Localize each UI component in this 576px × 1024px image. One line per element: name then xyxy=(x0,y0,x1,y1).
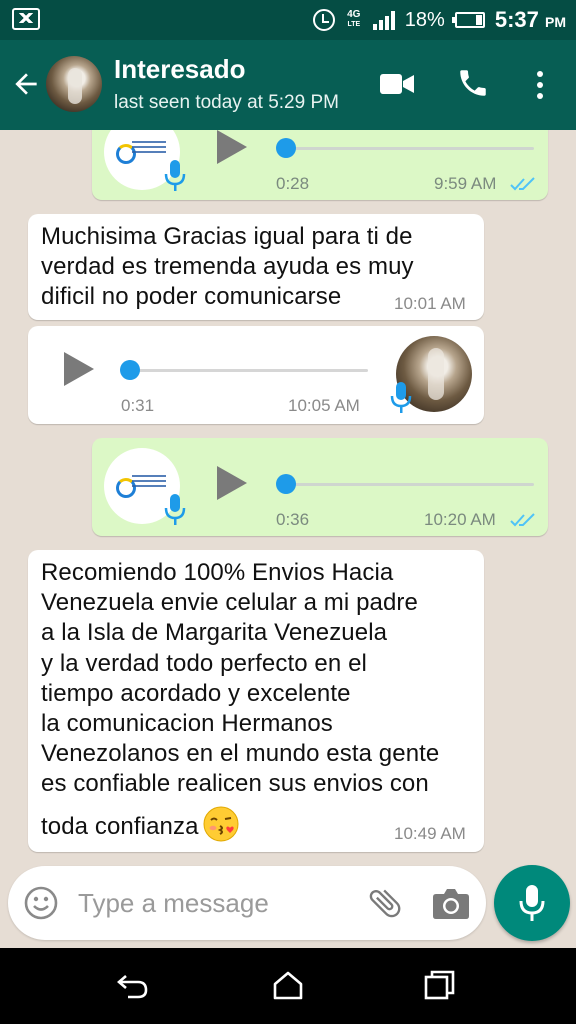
play-icon[interactable] xyxy=(217,130,247,164)
network-type: 4G LTE xyxy=(347,9,361,29)
gmail-notification-icon xyxy=(12,8,40,30)
chat-area[interactable]: 0:28 9:59 AM Muchisima Gracias igual par… xyxy=(0,130,576,948)
voice-message: 0:36 10:20 AM xyxy=(92,438,548,536)
text-message: Muchisima Gracias igual para ti de verda… xyxy=(28,214,484,320)
mic-icon xyxy=(519,885,545,921)
battery-percent: 18% xyxy=(404,8,445,31)
chat-header: Interesado last seen today at 5:29 PM xyxy=(0,40,576,130)
status-bar: 4G LTE 18% 5:37 PM xyxy=(0,0,576,40)
last-seen-status: last seen today at 5:29 PM xyxy=(114,92,339,113)
status-icons: 4G LTE 18% 5:37 PM xyxy=(312,6,566,34)
audio-seek-handle[interactable] xyxy=(276,138,296,158)
smiley-icon[interactable] xyxy=(24,886,58,920)
avatar[interactable] xyxy=(46,56,102,112)
mic-icon xyxy=(164,160,186,191)
message-time: 10:01 AM xyxy=(394,294,466,313)
nav-recents-icon[interactable] xyxy=(424,970,456,1000)
back-arrow-icon[interactable] xyxy=(10,68,42,100)
nav-home-icon[interactable] xyxy=(272,970,304,1000)
voice-duration: 0:28 xyxy=(276,174,310,193)
read-ticks-icon xyxy=(510,177,535,191)
voice-message: 0:28 9:59 AM xyxy=(92,130,548,200)
voice-duration: 0:31 xyxy=(121,396,155,415)
alarm-icon xyxy=(312,9,335,31)
mic-icon xyxy=(390,382,412,413)
phone-icon[interactable] xyxy=(456,66,490,100)
audio-seek-handle[interactable] xyxy=(120,360,140,380)
voice-message: 0:31 10:05 AM xyxy=(28,326,484,424)
message-text: Muchisima Gracias igual para ti de verda… xyxy=(41,223,414,311)
system-nav-bar xyxy=(0,948,576,1024)
message-time: 9:59 AM xyxy=(434,174,497,193)
voice-record-button[interactable] xyxy=(494,865,570,941)
read-ticks-icon xyxy=(510,513,535,527)
message-composer xyxy=(8,866,486,940)
video-call-icon[interactable] xyxy=(380,72,414,96)
audio-seek-handle[interactable] xyxy=(276,474,296,494)
contact-name[interactable]: Interesado xyxy=(114,54,246,85)
message-time: 10:05 AM xyxy=(288,396,360,415)
message-time: 10:20 AM xyxy=(424,510,496,529)
message-time: 10:49 AM xyxy=(394,824,466,843)
text-message: Recomiendo 100% Envios Hacia Venezuela e… xyxy=(28,550,484,852)
voice-duration: 0:36 xyxy=(276,510,310,529)
play-icon[interactable] xyxy=(64,352,94,386)
message-text: Recomiendo 100% Envios Hacia Venezuela e… xyxy=(41,559,440,842)
kiss-face-emoji-icon xyxy=(203,806,239,842)
mic-icon xyxy=(164,494,186,525)
nav-back-icon[interactable] xyxy=(116,972,150,1000)
audio-progress-track[interactable] xyxy=(128,369,368,372)
audio-progress-track[interactable] xyxy=(282,147,534,150)
more-vert-icon[interactable] xyxy=(528,68,552,102)
camera-icon[interactable] xyxy=(432,886,470,920)
signal-icon xyxy=(372,10,395,30)
clock: 5:37 PM xyxy=(494,7,566,32)
message-input[interactable] xyxy=(78,883,358,923)
audio-progress-track[interactable] xyxy=(282,483,534,486)
play-icon[interactable] xyxy=(217,466,247,500)
battery-icon xyxy=(451,12,485,28)
attach-icon[interactable] xyxy=(366,884,404,922)
